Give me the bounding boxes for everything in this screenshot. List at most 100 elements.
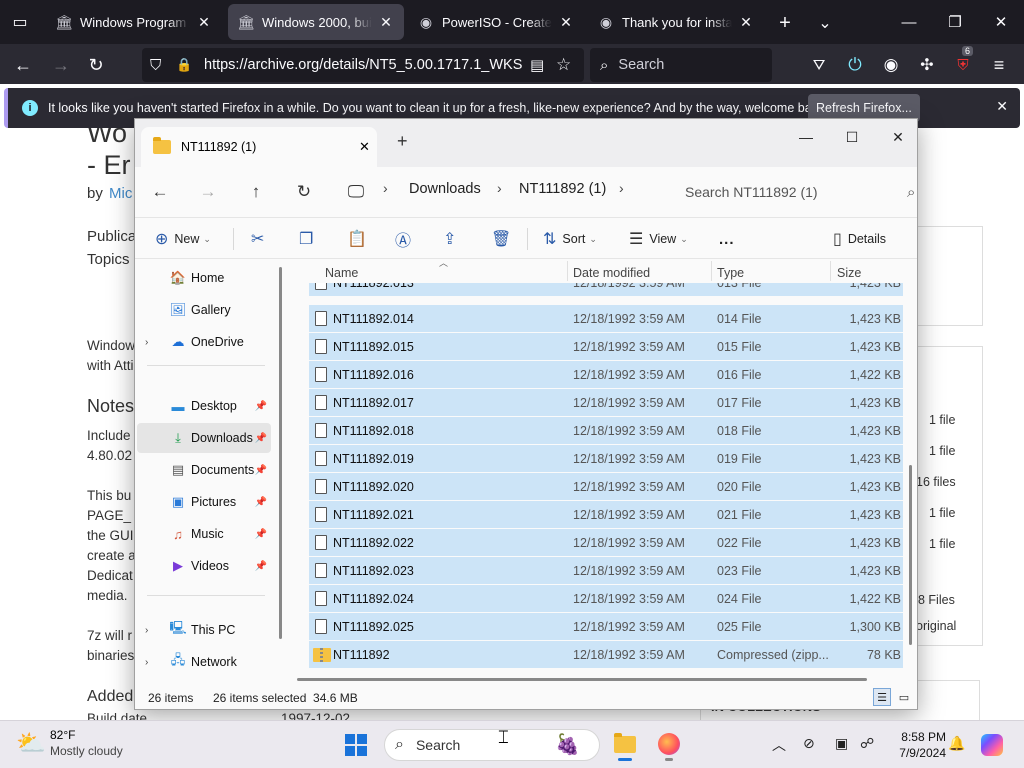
back-button[interactable]: ← bbox=[10, 52, 36, 78]
file-row[interactable]: NT111892.015 12/18/1992 3:59 AM 015 File 1,… bbox=[309, 333, 903, 360]
nav-pane-scrollbar[interactable] bbox=[279, 267, 282, 639]
sort-button[interactable]: ⇅ Sort ⌄ bbox=[543, 226, 597, 252]
nav-item-gallery[interactable]: 🖼 Gallery bbox=[137, 295, 271, 325]
minimize-button[interactable]: — bbox=[886, 0, 932, 44]
download-count[interactable]: 1 file bbox=[929, 506, 955, 520]
copy-button[interactable]: ❐ bbox=[299, 226, 319, 252]
file-row[interactable]: NT111892 12/18/1992 3:59 AM Compressed (zi… bbox=[309, 641, 903, 668]
minimize-button[interactable]: — bbox=[783, 123, 829, 151]
horizontal-scrollbar[interactable] bbox=[297, 678, 867, 681]
shield-icon[interactable]: ⛉ bbox=[150, 57, 168, 74]
forward-button[interactable]: → bbox=[195, 179, 221, 205]
view-button[interactable]: ☰ View ⌄ bbox=[629, 226, 688, 252]
file-row[interactable]: NT111892.016 12/18/1992 3:59 AM 016 File 1,… bbox=[309, 361, 903, 388]
nav-item-home[interactable]: 🏠 Home bbox=[137, 263, 271, 293]
browser-tab[interactable]: ◉ PowerISO - Create, Bur ✕ bbox=[408, 4, 584, 40]
show-hidden-icons-chevron-icon[interactable]: ︿ bbox=[772, 735, 786, 755]
close-icon[interactable]: ✕ bbox=[738, 14, 754, 30]
nav-item-music[interactable]: ♫ Music 📌 bbox=[137, 519, 271, 549]
maximize-button[interactable]: ☐ bbox=[829, 123, 875, 151]
author-link[interactable]: Mic bbox=[109, 185, 132, 202]
browser-tab-active[interactable]: 🏛 Windows 2000, build 1 ✕ bbox=[228, 4, 404, 40]
close-icon[interactable]: ✕ bbox=[558, 14, 574, 30]
nav-item-documents[interactable]: ▤ Documents 📌 bbox=[137, 455, 271, 485]
app-menu-button[interactable]: ≡ bbox=[986, 52, 1012, 78]
column-divider[interactable] bbox=[711, 261, 712, 281]
file-row[interactable]: NT111892.025 12/18/1992 3:59 AM 025 File 1,… bbox=[309, 613, 903, 640]
ublock-button[interactable]: ⛨ 6 bbox=[950, 46, 976, 78]
file-row[interactable]: NT111892.017 12/18/1992 3:59 AM 017 File 1,… bbox=[309, 389, 903, 416]
nav-item-videos[interactable]: ▶ Videos 📌 bbox=[137, 551, 271, 581]
nav-item-desktop[interactable]: ▬ Desktop 📌 bbox=[137, 391, 271, 421]
firefox-view-button[interactable]: ▭ bbox=[8, 10, 32, 34]
column-date-modified[interactable]: Date modified bbox=[573, 266, 650, 280]
close-window-button[interactable]: ✕ bbox=[875, 123, 917, 151]
download-count[interactable]: 1 file bbox=[929, 444, 955, 458]
network-off-icon[interactable]: ⊘ bbox=[803, 735, 815, 752]
notification-bell-icon[interactable]: 🔔 bbox=[948, 735, 965, 752]
close-icon[interactable]: ✕ bbox=[996, 98, 1008, 115]
new-button[interactable]: ⊕ New ⌄ bbox=[155, 226, 211, 252]
large-icons-view-button[interactable]: ▭ bbox=[895, 688, 913, 706]
search-bar[interactable]: ⌕ Search bbox=[590, 48, 772, 82]
sync-icon[interactable]: ☍ bbox=[860, 735, 874, 752]
chevron-right-icon[interactable]: › bbox=[145, 657, 148, 668]
show-all-files[interactable]: 8 Files bbox=[918, 593, 955, 607]
column-divider[interactable] bbox=[567, 261, 568, 281]
browser-tab[interactable]: 🏛 Windows Program Arc ✕ bbox=[46, 4, 222, 40]
download-count[interactable]: 16 files bbox=[916, 475, 956, 489]
forward-button[interactable]: → bbox=[48, 52, 74, 78]
url-bar[interactable]: ⛉ 🔒 https://archive.org/details/NT5_5.00… bbox=[142, 48, 584, 82]
file-row[interactable]: NT111892.021 12/18/1992 3:59 AM 021 File 1,… bbox=[309, 501, 903, 528]
download-count[interactable]: 1 file bbox=[929, 537, 955, 551]
system-clock[interactable]: 8:58 PM 7/9/2024 bbox=[886, 729, 946, 761]
close-window-button[interactable]: ✕ bbox=[978, 0, 1024, 44]
see-more-button[interactable]: ... bbox=[719, 226, 735, 252]
new-tab-button[interactable]: + bbox=[772, 10, 798, 36]
firefox-taskbar-button[interactable] bbox=[654, 727, 684, 761]
back-button[interactable]: ← bbox=[147, 179, 173, 205]
file-row[interactable]: NT111892.024 12/18/1992 3:59 AM 024 File 1,… bbox=[309, 585, 903, 612]
taskbar-search[interactable]: ⌕ Search 🍇 bbox=[384, 729, 600, 761]
nav-item-onedrive[interactable]: › ☁ OneDrive bbox=[137, 327, 271, 357]
details-pane-button[interactable]: ▯ Details bbox=[833, 226, 886, 252]
nav-item-downloads[interactable]: ⤓ Downloads 📌 bbox=[137, 423, 271, 453]
extension-button[interactable]: ⏻ bbox=[842, 52, 868, 78]
file-row[interactable]: NT111892.018 12/18/1992 3:59 AM 018 File 1,… bbox=[309, 417, 903, 444]
share-button[interactable]: ⇪ bbox=[443, 226, 462, 252]
delete-button[interactable]: 🗑 bbox=[491, 226, 517, 252]
bookmark-star-icon[interactable]: ☆ bbox=[556, 55, 571, 75]
url-text[interactable]: https://archive.org/details/NT5_5.00.171… bbox=[204, 57, 522, 73]
restore-button[interactable]: ❐ bbox=[932, 0, 978, 44]
account-button[interactable]: ◉ bbox=[878, 52, 904, 78]
column-size[interactable]: Size bbox=[837, 266, 861, 280]
pocket-button[interactable]: ⛛ bbox=[806, 52, 832, 78]
copilot-button[interactable] bbox=[980, 733, 1004, 757]
chevron-right-icon[interactable]: › bbox=[145, 337, 148, 348]
breadcrumb-downloads[interactable]: Downloads bbox=[409, 181, 481, 197]
file-row[interactable]: NT111892.019 12/18/1992 3:59 AM 019 File 1,… bbox=[309, 445, 903, 472]
display-icon[interactable]: ▣ bbox=[835, 735, 848, 752]
file-row[interactable]: NT111892.022 12/18/1992 3:59 AM 022 File 1,… bbox=[309, 529, 903, 556]
reload-button[interactable]: ↻ bbox=[83, 52, 109, 78]
up-button[interactable]: ↑ bbox=[243, 179, 269, 205]
column-divider[interactable] bbox=[830, 261, 831, 281]
paste-button[interactable]: 📋 bbox=[347, 226, 373, 252]
column-name[interactable]: Name bbox=[325, 266, 358, 280]
this-pc-breadcrumb-button[interactable]: 🖵 bbox=[343, 179, 369, 205]
rename-button[interactable]: Ⓐ bbox=[395, 226, 417, 252]
explorer-tab[interactable]: NT111892 (1) ✕ bbox=[141, 127, 377, 167]
close-icon[interactable]: ✕ bbox=[378, 14, 394, 30]
file-row[interactable]: NT111892.014 12/18/1992 3:59 AM 014 File 1,… bbox=[309, 305, 903, 332]
file-row[interactable]: NT111892.023 12/18/1992 3:59 AM 023 File 1,… bbox=[309, 557, 903, 584]
cut-button[interactable]: ✂ bbox=[251, 226, 270, 252]
reader-view-icon[interactable]: ▤ bbox=[530, 56, 544, 74]
file-row[interactable]: NT111892.013 12/18/1992 3:59 AM 013 File 1,… bbox=[309, 283, 903, 296]
start-button[interactable] bbox=[344, 733, 368, 757]
download-count[interactable]: 1 file bbox=[929, 413, 955, 427]
breadcrumb-current-folder[interactable]: NT111892 (1) bbox=[519, 181, 606, 197]
close-icon[interactable]: ✕ bbox=[359, 139, 370, 155]
close-icon[interactable]: ✕ bbox=[196, 14, 212, 30]
column-type[interactable]: Type bbox=[717, 266, 744, 280]
browser-tab[interactable]: ◉ Thank you for installin ✕ bbox=[588, 4, 764, 40]
